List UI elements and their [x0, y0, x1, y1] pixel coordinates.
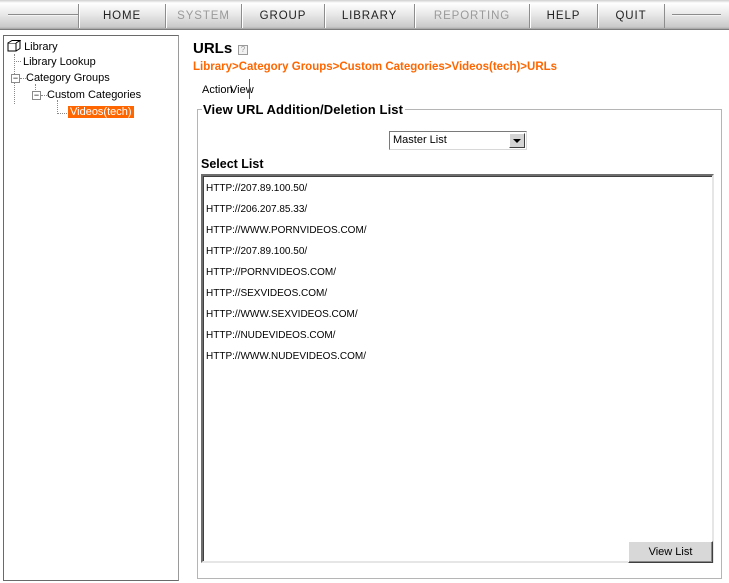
list-item[interactable]: HTTP://PORNVIDEOS.COM/	[206, 266, 336, 280]
help-icon[interactable]: ?	[238, 45, 248, 55]
dropdown-button[interactable]	[509, 133, 525, 148]
tree-connector	[14, 61, 21, 62]
top-nav-bar: HOME SYSTEM GROUP LIBRARY REPORTING HELP…	[0, 0, 729, 30]
nav-rule-right	[672, 14, 721, 16]
group-title: View URL Addition/Deletion List	[202, 102, 406, 117]
tree-item-category-groups[interactable]: Category Groups	[26, 71, 110, 86]
list-item[interactable]: HTTP://WWW.NUDEVIDEOS.COM/	[206, 350, 366, 364]
page-title: URLs	[193, 40, 233, 57]
list-item[interactable]: HTTP://NUDEVIDEOS.COM/	[206, 329, 335, 343]
collapse-icon[interactable]: −	[32, 91, 41, 100]
nav-quit[interactable]: QUIT	[597, 4, 665, 28]
tree-item-label-selected: Videos(tech)	[68, 106, 134, 118]
list-item[interactable]: HTTP://WWW.SEXVIDEOS.COM/	[206, 308, 358, 322]
nav-group[interactable]: GROUP	[241, 4, 324, 28]
library-book-icon	[7, 40, 22, 52]
chevron-down-icon	[513, 139, 521, 143]
list-type-select[interactable]: Master List	[389, 131, 527, 150]
nav-library[interactable]: LIBRARY	[324, 4, 414, 28]
tree-root-label: Library	[24, 41, 58, 53]
select-value: Master List	[393, 134, 447, 146]
nav-home[interactable]: HOME	[78, 4, 165, 28]
tab-view[interactable]: View	[230, 83, 254, 98]
list-item[interactable]: HTTP://207.89.100.50/	[206, 245, 307, 259]
nav-rule-left	[8, 14, 78, 16]
nav-system[interactable]: SYSTEM	[165, 4, 241, 28]
list-item[interactable]: HTTP://206.207.85.33/	[206, 203, 307, 217]
tree-item-custom-categories[interactable]: Custom Categories	[47, 88, 141, 103]
tree-item-label: Category Groups	[26, 72, 110, 84]
list-item[interactable]: HTTP://WWW.PORNVIDEOS.COM/	[206, 224, 367, 238]
url-listbox[interactable]: HTTP://207.89.100.50/ HTTP://206.207.85.…	[201, 174, 714, 563]
tree-item-label: Custom Categories	[47, 89, 142, 101]
nav-reporting[interactable]: REPORTING	[414, 4, 529, 28]
tree-item-videos-tech[interactable]: Videos(tech)	[68, 105, 134, 120]
tree-root[interactable]: Library	[7, 40, 58, 55]
tree-item-library-lookup[interactable]: Library Lookup	[23, 55, 96, 70]
library-tree: Library Library Lookup − Category Groups…	[3, 35, 179, 581]
breadcrumb: Library>Category Groups>Custom Categorie…	[193, 61, 558, 73]
tab-action[interactable]: Action	[202, 83, 233, 98]
view-list-button[interactable]: View List	[628, 541, 713, 563]
tree-item-label: Library Lookup	[23, 56, 96, 68]
list-item[interactable]: HTTP://SEXVIDEOS.COM/	[206, 287, 327, 301]
select-list-label: Select List	[201, 157, 264, 171]
tab-divider	[249, 79, 250, 99]
list-item[interactable]: HTTP://207.89.100.50/	[206, 182, 307, 196]
collapse-icon[interactable]: −	[11, 74, 20, 83]
nav-help[interactable]: HELP	[529, 4, 597, 28]
